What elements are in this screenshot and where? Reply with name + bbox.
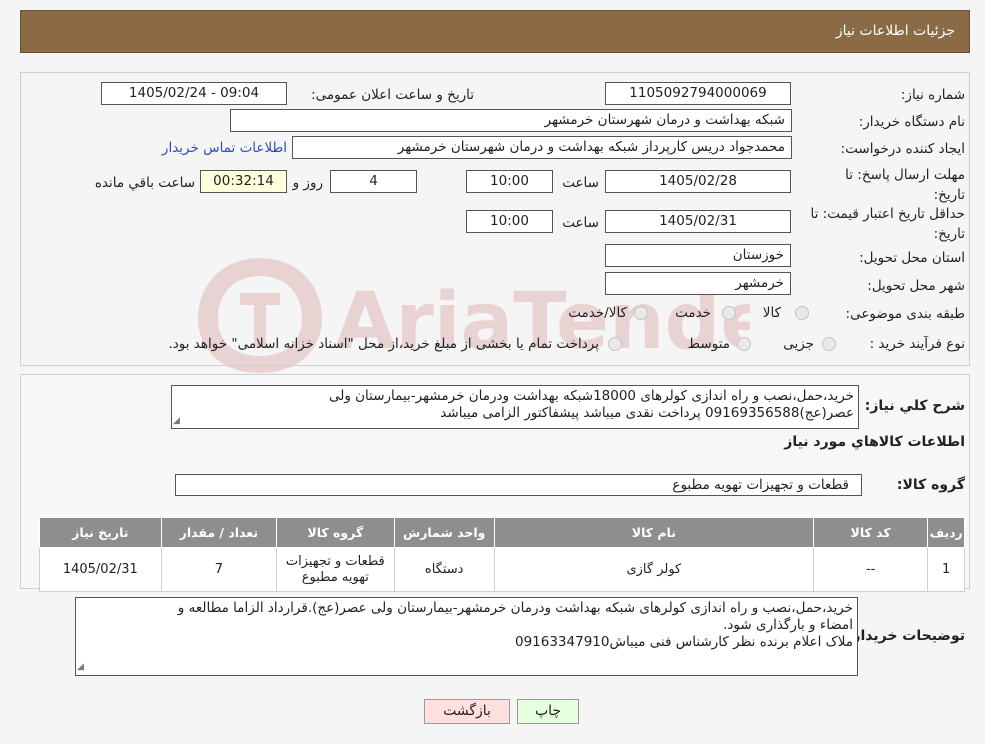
page-header: جزئیات اطلاعات نیاز <box>20 10 970 53</box>
deadline-label-line2: تاریخ: <box>933 187 965 203</box>
announce-label: تاریخ و ساعت اعلان عمومی: <box>311 87 474 103</box>
need-number-label: شماره نیاز: <box>900 87 965 103</box>
city-label: شهر محل تحویل: <box>867 278 965 294</box>
category-radio-service[interactable] <box>722 306 736 320</box>
resize-grip-icon[interactable]: ◢ <box>77 662 84 672</box>
resize-grip-icon[interactable]: ◢ <box>173 416 180 426</box>
deadline-label-line1: مهلت ارسال پاسخ: تا <box>845 167 965 183</box>
process-radio-minor[interactable] <box>822 337 836 351</box>
process-option-medium: متوسط <box>687 336 730 352</box>
province-label: استان محل تحویل: <box>859 250 965 266</box>
deadline-time-label: ساعت <box>562 175 599 191</box>
col-header-need-date: تاریخ نیاز <box>39 517 162 548</box>
col-header-quantity: تعداد / مقدار <box>160 517 278 548</box>
city-field: خرمشهر <box>605 272 791 295</box>
col-header-unit: واحد شمارش <box>393 517 495 548</box>
need-number-field: 1105092794000069 <box>605 82 791 105</box>
validity-time-field: 10:00 <box>466 210 553 233</box>
items-table: ردیف کد کالا نام کالا واحد شمارش گروه کا… <box>39 517 965 592</box>
cell-group: قطعات و تجهیزات تهویه مطبوع <box>276 547 395 592</box>
days-label: روز و <box>292 175 323 191</box>
validity-label-line1: حداقل تاریخ اعتبار قیمت: تا <box>810 206 965 222</box>
validity-date-field: 1405/02/31 <box>605 210 791 233</box>
table-header-row: ردیف کد کالا نام کالا واحد شمارش گروه کا… <box>39 517 965 548</box>
goods-info-title: اطلاعات كالاهاي مورد نياز <box>784 434 965 450</box>
goods-group-label: گروه کالا: <box>896 477 965 493</box>
validity-time-label: ساعت <box>562 215 599 231</box>
announce-field: 1405/02/24 - 09:04 <box>101 82 287 105</box>
process-note: پرداخت تمام یا بخشی از مبلغ خرید،از محل … <box>168 336 599 352</box>
buyer-notes-textarea[interactable]: خرید،حمل،نصب و راه اندازی کولرهای شبکه ب… <box>75 597 858 676</box>
category-option-goods: کالا <box>762 305 781 321</box>
buyer-notes-line: خرید،حمل،نصب و راه اندازی کولرهای شبکه ب… <box>177 600 853 616</box>
creator-label: ایجاد کننده درخواست: <box>840 141 965 157</box>
category-label: طبقه بندی موضوعی: <box>845 306 965 322</box>
creator-field: محمدجواد دریس کارپرداز شبکه بهداشت و درم… <box>292 136 792 159</box>
buyer-notes-line: ملاک اعلام برنده نظر کارشناس فنی میباش09… <box>514 634 853 650</box>
col-header-code: کد کالا <box>812 517 929 548</box>
deadline-date-field: 1405/02/28 <box>605 170 791 193</box>
process-radio-medium[interactable] <box>737 337 751 351</box>
description-textarea[interactable]: خرید،حمل،نصب و راه اندازی کولرهای 18000ش… <box>171 385 859 429</box>
category-option-service: خدمت <box>675 305 711 321</box>
col-header-group: گروه کالا <box>276 517 395 548</box>
process-label: نوع فرآیند خرید : <box>869 336 965 352</box>
remaining-time-field: 00:32:14 <box>200 170 287 193</box>
cell-row-num: 1 <box>927 547 965 592</box>
cell-unit: دستگاه <box>393 547 495 592</box>
buyer-notes-line: امضاء و بارگذاری شود. <box>723 617 853 633</box>
province-field: خوزستان <box>605 244 791 267</box>
col-header-row-num: ردیف <box>927 517 965 548</box>
back-button[interactable]: بازگشت <box>424 699 510 724</box>
days-remaining-field: 4 <box>330 170 417 193</box>
description-label: شرح کلي نياز: <box>864 398 965 414</box>
buyer-notes-label: توضیحات خریدار: <box>846 628 965 644</box>
process-radio-treasury[interactable] <box>608 337 622 351</box>
cell-code: -- <box>812 547 929 592</box>
col-header-name: نام کالا <box>493 517 814 548</box>
category-radio-goods[interactable] <box>795 306 809 320</box>
category-option-goods-service: کالا/خدمت <box>568 305 627 321</box>
deadline-label: مهلت ارسال پاسخ: تا تاریخ: <box>845 165 965 205</box>
validity-label-line2: تاریخ: <box>933 226 965 242</box>
process-option-minor: جزیی <box>783 336 814 352</box>
print-button[interactable]: چاپ <box>517 699 579 724</box>
cell-need-date: 1405/02/31 <box>39 547 162 592</box>
remaining-time-label: ساعت باقي مانده <box>94 175 195 191</box>
cell-name: کولر گازی <box>493 547 814 592</box>
page-title: جزئیات اطلاعات نیاز <box>835 23 955 39</box>
deadline-time-field: 10:00 <box>466 170 553 193</box>
cell-quantity: 7 <box>160 547 278 592</box>
description-text: خرید،حمل،نصب و راه اندازی کولرهای 18000ش… <box>328 388 854 421</box>
buyer-contact-link[interactable]: اطلاعات تماس خریدار <box>162 140 287 156</box>
buyer-org-label: نام دستگاه خریدار: <box>858 114 965 130</box>
goods-group-field: قطعات و تجهیزات تهویه مطبوع <box>175 474 862 496</box>
buyer-org-field: شبکه بهداشت و درمان شهرستان خرمشهر <box>230 109 792 132</box>
table-row: 1 -- کولر گازی دستگاه قطعات و تجهیزات ته… <box>39 547 965 592</box>
category-radio-goods-service[interactable] <box>634 306 648 320</box>
validity-label: حداقل تاریخ اعتبار قیمت: تا تاریخ: <box>811 204 965 244</box>
